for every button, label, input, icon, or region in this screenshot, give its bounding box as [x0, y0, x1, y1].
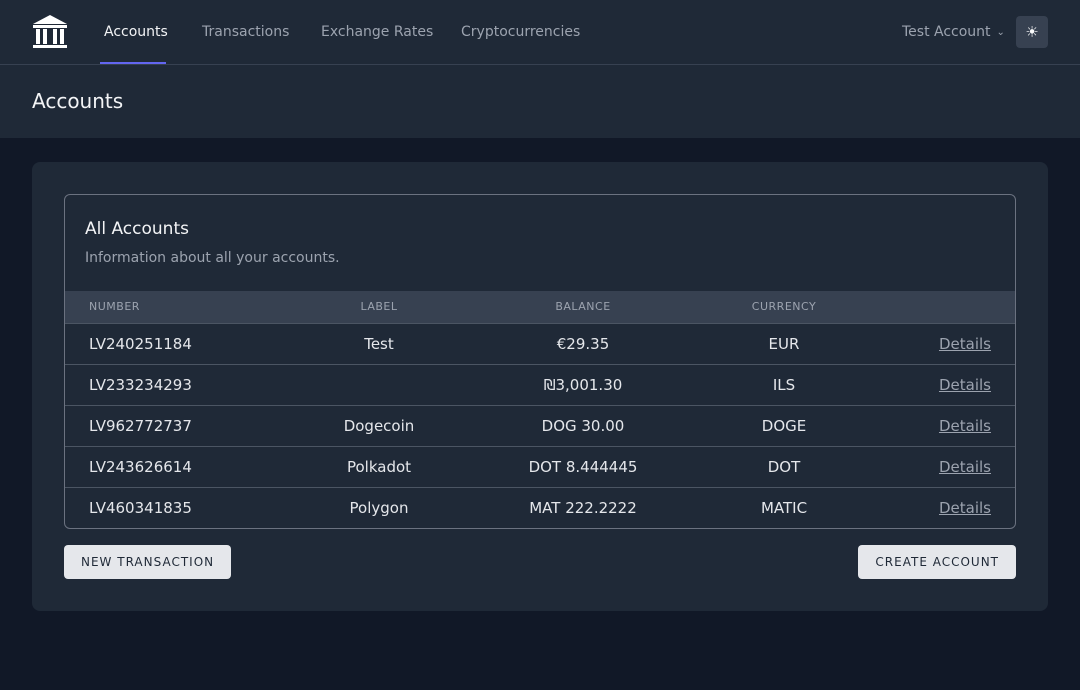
table-row: LV460341835 Polygon MAT 222.2222 MATIC D…	[65, 487, 1015, 528]
account-balance: €29.35	[556, 334, 610, 353]
accounts-table: NUMBER LABEL BALANCE CURRENCY LV24025118…	[65, 291, 1015, 528]
column-header-currency: CURRENCY	[751, 300, 817, 314]
account-currency: DOGE	[761, 416, 807, 435]
table-row: LV243626614 Polkadot DOT 8.444445 DOT De…	[65, 446, 1015, 487]
account-balance: MAT 222.2222	[529, 498, 637, 517]
details-cell: Details	[885, 405, 1015, 446]
account-label: Dogecoin	[343, 416, 415, 435]
page-title: Accounts	[32, 89, 124, 113]
account-currency: ILS	[772, 375, 796, 394]
card-title: All Accounts	[85, 219, 189, 239]
account-number: LV962772737	[89, 416, 192, 435]
details-link[interactable]: Details	[939, 458, 991, 476]
bank-icon[interactable]	[31, 13, 69, 51]
account-label: Polygon	[349, 498, 409, 517]
details-link[interactable]: Details	[939, 499, 991, 517]
table-row: LV240251184 Test €29.35 EUR Details	[65, 323, 1015, 364]
details-cell: Details	[885, 487, 1015, 528]
account-number: LV240251184	[89, 334, 192, 353]
nav-link-exchange-rates[interactable]: Exchange Rates	[321, 0, 433, 64]
account-number: LV233234293	[89, 375, 192, 394]
create-account-button[interactable]: CREATE ACCOUNT	[858, 545, 1016, 579]
column-header-balance: BALANCE	[555, 300, 611, 314]
column-header-actions	[885, 291, 1015, 323]
account-currency: DOT	[767, 457, 801, 476]
nav-link-accounts[interactable]: Accounts	[104, 0, 168, 64]
main-panel: All Accounts Information about all your …	[32, 162, 1048, 611]
details-cell: Details	[885, 323, 1015, 364]
nav-link-transactions[interactable]: Transactions	[202, 0, 289, 64]
active-tab-indicator	[100, 62, 166, 64]
top-navbar: Accounts Transactions Exchange Rates Cry…	[0, 0, 1080, 65]
new-transaction-button[interactable]: NEW TRANSACTION	[64, 545, 232, 579]
details-cell: Details	[885, 446, 1015, 487]
sun-icon: ☀	[1025, 23, 1039, 41]
account-label	[275, 364, 483, 405]
table-row: LV962772737 Dogecoin DOG 30.00 DOGE Deta…	[65, 405, 1015, 446]
account-balance: DOT 8.444445	[528, 457, 638, 476]
nav-link-cryptocurrencies[interactable]: Cryptocurrencies	[461, 0, 580, 64]
account-label: Polkadot	[346, 457, 412, 476]
table-row: LV233234293 ₪3,001.30 ILS Details	[65, 364, 1015, 405]
table-header-row: NUMBER LABEL BALANCE CURRENCY	[65, 291, 1015, 323]
details-link[interactable]: Details	[939, 335, 991, 353]
account-menu[interactable]: Test Account ⌄	[902, 0, 1005, 64]
account-currency: EUR	[768, 334, 800, 353]
account-balance: DOG 30.00	[541, 416, 625, 435]
theme-toggle-button[interactable]: ☀	[1016, 16, 1048, 48]
account-currency: MATIC	[760, 498, 808, 517]
chevron-down-icon: ⌄	[996, 27, 1005, 38]
details-link[interactable]: Details	[939, 376, 991, 394]
account-balance: ₪3,001.30	[543, 375, 623, 394]
account-menu-label: Test Account	[902, 24, 991, 40]
page-header: Accounts	[0, 65, 1080, 138]
card-subtitle: Information about all your accounts.	[85, 250, 340, 266]
details-cell: Details	[885, 364, 1015, 405]
details-link[interactable]: Details	[939, 417, 991, 435]
account-number: LV460341835	[89, 498, 192, 517]
account-number: LV243626614	[89, 457, 192, 476]
column-header-number: NUMBER	[89, 300, 140, 314]
column-header-label: LABEL	[360, 300, 398, 314]
accounts-card: All Accounts Information about all your …	[64, 194, 1016, 529]
account-label: Test	[364, 334, 394, 353]
